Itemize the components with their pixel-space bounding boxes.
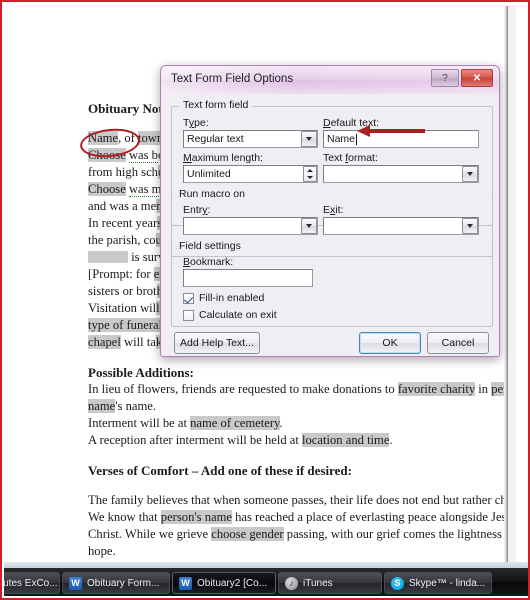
taskbar-item-label: Obituary2 [Co... bbox=[197, 577, 268, 589]
exit-label: Exit: bbox=[323, 204, 344, 216]
document-line: hope. bbox=[88, 544, 116, 558]
dialog-title: Text Form Field Options bbox=[171, 73, 294, 85]
taskbar-item-minutes-exco[interactable]: W minutes ExCo... bbox=[4, 572, 60, 594]
text-form-field-options-dialog: Text Form Field Options ? ✕ Text form fi… bbox=[160, 65, 500, 357]
taskbar-item-itunes[interactable]: ♪ iTunes bbox=[278, 572, 382, 594]
screenshot-frame: Obituary Notice Name, of town, died on d… bbox=[0, 0, 530, 600]
fill-in-enabled-label: Fill-in enabled bbox=[199, 292, 265, 304]
taskbar-item-obituary2[interactable]: W Obituary2 [Co... bbox=[172, 572, 276, 594]
cancel-button[interactable]: Cancel bbox=[427, 332, 489, 354]
default-text-input[interactable]: Name bbox=[323, 130, 479, 148]
maximum-length-label: Maximum length: bbox=[183, 152, 263, 164]
type-combobox[interactable]: Regular text bbox=[183, 130, 318, 148]
ok-button[interactable]: OK bbox=[359, 332, 421, 354]
document-workspace-gap bbox=[508, 6, 516, 572]
fill-in-enabled-checkbox[interactable]: Fill-in enabled bbox=[183, 292, 264, 304]
document-line: We know that person's name has reached a… bbox=[88, 510, 507, 524]
group-field-settings-label: Field settings bbox=[175, 240, 245, 252]
bookmark-label: Bookmark: bbox=[183, 256, 234, 268]
entry-combobox[interactable] bbox=[183, 217, 318, 235]
exit-chevron-down-icon[interactable] bbox=[462, 218, 478, 234]
group-text-form-field-label: Text form field bbox=[179, 99, 253, 111]
windows-taskbar: W minutes ExCo... W Obituary Form... W O… bbox=[4, 568, 528, 596]
word-icon: W bbox=[69, 576, 82, 590]
help-icon[interactable]: ? bbox=[431, 69, 459, 87]
skype-icon: S bbox=[391, 576, 404, 590]
taskbar-item-obituary-form[interactable]: W Obituary Form... bbox=[62, 572, 170, 594]
text-format-combobox[interactable] bbox=[323, 165, 479, 183]
dialog-body: Text form field Type: Regular text Defau… bbox=[161, 94, 499, 356]
text-format-label: Text format: bbox=[323, 152, 378, 164]
calculate-on-exit-checkbox[interactable]: Calculate on exit bbox=[183, 309, 277, 321]
taskbar-item-label: Skype™ - linda... bbox=[409, 577, 486, 589]
document-line: Christ. While we grieve choose gender pa… bbox=[88, 527, 512, 541]
maximum-length-input[interactable]: Unlimited bbox=[183, 165, 318, 183]
group-run-macro-on-label: Run macro on bbox=[175, 188, 249, 200]
itunes-icon: ♪ bbox=[285, 576, 298, 590]
entry-chevron-down-icon[interactable] bbox=[301, 218, 317, 234]
close-icon[interactable]: ✕ bbox=[461, 69, 493, 87]
document-line: In lieu of flowers, friends are requeste… bbox=[88, 382, 508, 396]
taskbar-item-label: Obituary Form... bbox=[87, 577, 160, 589]
taskbar-item-label: minutes ExCo... bbox=[4, 577, 58, 589]
document-heading-possible-additions: Possible Additions: bbox=[88, 365, 194, 380]
calculate-on-exit-label: Calculate on exit bbox=[199, 309, 277, 321]
bookmark-input[interactable] bbox=[183, 269, 313, 287]
document-heading-verses-of-comfort: Verses of Comfort – Add one of these if … bbox=[88, 463, 352, 478]
type-combobox-chevron-down-icon[interactable] bbox=[301, 131, 317, 147]
taskbar-item-skype[interactable]: S Skype™ - linda... bbox=[384, 572, 492, 594]
type-label: Type: bbox=[183, 117, 209, 129]
default-text-value: Name bbox=[327, 132, 356, 145]
text-format-chevron-down-icon[interactable] bbox=[462, 166, 478, 182]
exit-combobox[interactable] bbox=[323, 217, 479, 235]
document-line: A reception after interment will be held… bbox=[88, 433, 393, 447]
checkbox-box-icon bbox=[183, 309, 194, 321]
taskbar-item-label: iTunes bbox=[303, 577, 333, 589]
default-text-label: Default text: bbox=[323, 117, 380, 129]
document-line: Interment will be at name of cemetery. bbox=[88, 416, 283, 430]
maximum-length-stepper[interactable] bbox=[303, 166, 317, 182]
checkbox-check-icon bbox=[183, 292, 194, 304]
add-help-text-button[interactable]: Add Help Text... bbox=[174, 332, 260, 354]
document-line: The family believes that when someone pa… bbox=[88, 493, 513, 507]
word-icon: W bbox=[179, 576, 192, 590]
document-line: name's name. bbox=[88, 399, 157, 413]
entry-label: Entry: bbox=[183, 204, 211, 216]
